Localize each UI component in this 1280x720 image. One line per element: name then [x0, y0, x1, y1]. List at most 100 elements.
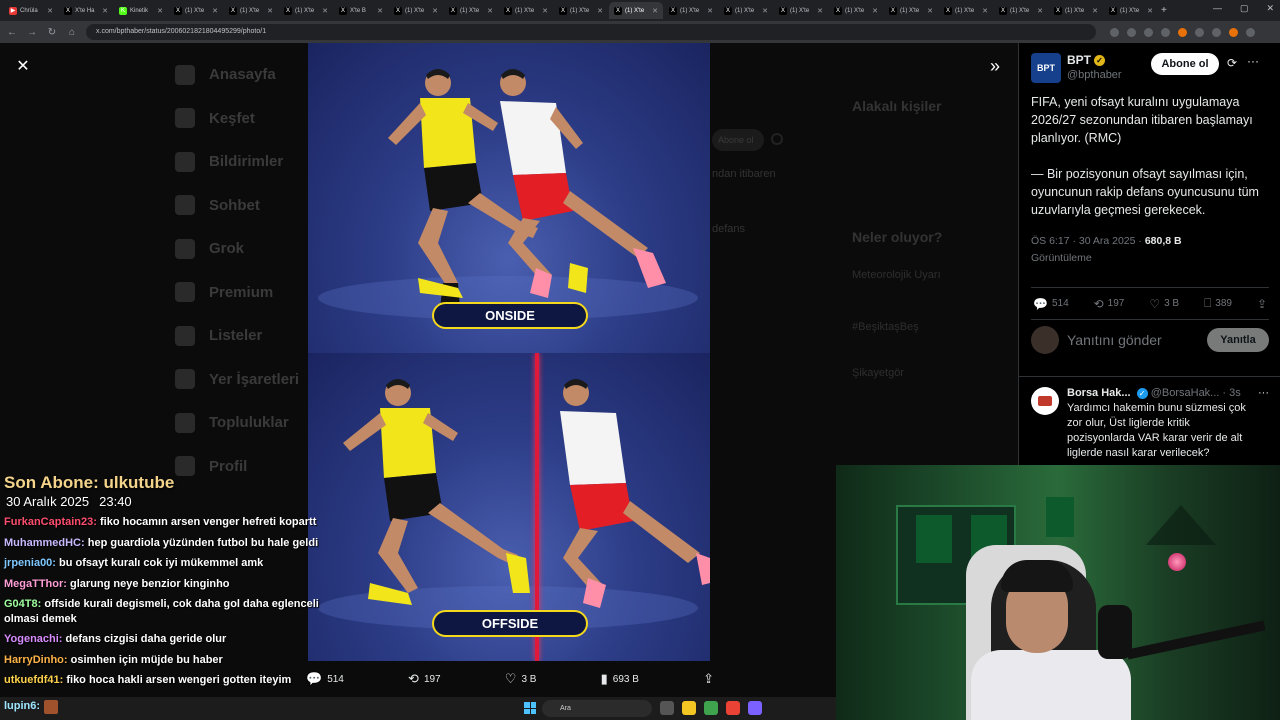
- tab-close-icon[interactable]: ✕: [102, 7, 108, 15]
- windows-start-icon[interactable]: [524, 702, 536, 714]
- close-window-icon[interactable]: ✕: [1266, 3, 1274, 14]
- browser-tab[interactable]: X (1) X'te ✕: [224, 2, 278, 19]
- chat-username: MuhammedHC:: [4, 536, 85, 549]
- profile-avatar[interactable]: [1229, 27, 1238, 37]
- tab-close-icon[interactable]: ✕: [267, 7, 273, 15]
- tab-close-icon[interactable]: ✕: [432, 7, 438, 15]
- browser-tab[interactable]: X (1) X'te ✕: [939, 2, 993, 19]
- grok-icon[interactable]: ⟳: [1227, 56, 1237, 70]
- split-view-icon[interactable]: [1212, 27, 1221, 37]
- discord-icon[interactable]: [748, 701, 762, 715]
- chrome-icon[interactable]: [726, 701, 740, 715]
- tab-close-icon[interactable]: ✕: [47, 7, 53, 15]
- browser-tab[interactable]: X (1) X'te ✕: [719, 2, 773, 19]
- chat-message: Yogenachi: defans cizgisi daha geride ol…: [0, 629, 336, 650]
- browser-tab[interactable]: ▶ Chrüla ✕: [4, 2, 58, 19]
- tab-favicon-icon: X: [559, 6, 567, 15]
- tab-close-icon[interactable]: ✕: [872, 7, 878, 15]
- tab-close-icon[interactable]: ✕: [652, 7, 658, 15]
- browser-tab[interactable]: X (1) X'te ✕: [389, 2, 443, 19]
- author-avatar[interactable]: BPT: [1031, 53, 1061, 83]
- browser-tab[interactable]: X (1) X'te ✕: [1104, 2, 1158, 19]
- browser-tab[interactable]: X (1) X'te ✕: [279, 2, 333, 19]
- browser-tab[interactable]: X (1) X'te ✕: [664, 2, 718, 19]
- browser-tab[interactable]: X X'te Ha ✕: [59, 2, 113, 19]
- tab-close-icon[interactable]: ✕: [542, 7, 548, 15]
- tab-close-icon[interactable]: ✕: [1037, 7, 1043, 15]
- bookmark-star-icon[interactable]: [1161, 27, 1170, 37]
- like-action[interactable]: ♡ 3 B: [505, 671, 537, 687]
- browser-tab[interactable]: X (1) X'te ✕: [499, 2, 553, 19]
- tab-close-icon[interactable]: ✕: [157, 7, 163, 15]
- browser-tab[interactable]: X (1) X'te ✕: [1049, 2, 1103, 19]
- reply-author-avatar[interactable]: [1031, 387, 1059, 415]
- tab-close-icon[interactable]: ✕: [1147, 7, 1153, 15]
- browser-tab[interactable]: X (1) X'te ✕: [554, 2, 608, 19]
- subscribe-button[interactable]: Abone ol: [1151, 53, 1219, 75]
- home-icon[interactable]: ⌂: [66, 27, 78, 38]
- back-icon[interactable]: ←: [6, 27, 18, 38]
- browser-tab[interactable]: X (1) X'te ✕: [774, 2, 828, 19]
- repost-stat[interactable]: ⟲ 197: [1094, 296, 1125, 311]
- tab-close-icon[interactable]: ✕: [982, 7, 988, 15]
- tab-close-icon[interactable]: ✕: [597, 7, 603, 15]
- extension-icon[interactable]: [1178, 27, 1187, 37]
- views-action[interactable]: ▮ 693 B: [601, 671, 639, 687]
- install-icon[interactable]: [1127, 27, 1136, 37]
- background-grok-icon: [771, 133, 783, 145]
- tab-label: (1) X'te: [570, 7, 590, 14]
- bookmark-stat[interactable]: ⎕ 389: [1204, 296, 1232, 311]
- tab-close-icon[interactable]: ✕: [762, 7, 768, 15]
- reply-submit-button[interactable]: Yanıtla: [1207, 328, 1269, 352]
- like-stat[interactable]: ♡ 3 B: [1149, 296, 1179, 311]
- minimize-icon[interactable]: —: [1213, 3, 1222, 14]
- tab-close-icon[interactable]: ✕: [212, 7, 218, 15]
- forward-icon[interactable]: →: [26, 27, 38, 38]
- zoom-icon[interactable]: [1110, 27, 1119, 37]
- tab-close-icon[interactable]: ✕: [817, 7, 823, 15]
- tab-close-icon[interactable]: ✕: [322, 7, 328, 15]
- browser-tab[interactable]: X X'te B ✕: [334, 2, 388, 19]
- file-explorer-icon[interactable]: [682, 701, 696, 715]
- tab-close-icon[interactable]: ✕: [377, 7, 383, 15]
- more-options-icon[interactable]: ···: [1247, 54, 1259, 68]
- tab-close-icon[interactable]: ✕: [1092, 7, 1098, 15]
- tweet-author[interactable]: BPT BPT ✓ @bpthaber: [1031, 53, 1122, 83]
- share-stat[interactable]: ⇪: [1257, 296, 1267, 311]
- reply-input[interactable]: Yanıtını gönder: [1067, 332, 1199, 348]
- browser-tab[interactable]: X (1) X'te ✕: [609, 2, 663, 19]
- url-field[interactable]: x.com/bpthaber/status/200602182180449529…: [86, 24, 1096, 40]
- browser-tab-bar: ▶ Chrüla ✕ X X'te Ha ✕ K Kinetik ✕ X (1) X'te ✕ X (1)…: [0, 0, 1280, 21]
- share-action[interactable]: ⇪: [703, 671, 714, 687]
- browser-tab[interactable]: X (1) X'te ✕: [994, 2, 1048, 19]
- browser-tab[interactable]: X (1) X'te ✕: [169, 2, 223, 19]
- browser-tab[interactable]: X (1) X'te ✕: [829, 2, 883, 19]
- sidebar-item: Profil: [175, 445, 299, 489]
- microphone: [1098, 605, 1132, 659]
- reload-icon[interactable]: ↻: [46, 27, 58, 38]
- browser-menu-icon[interactable]: [1246, 27, 1255, 37]
- app-icon[interactable]: [704, 701, 718, 715]
- close-viewer-icon[interactable]: ✕: [12, 56, 34, 78]
- share-icon[interactable]: [1144, 27, 1153, 37]
- tab-close-icon[interactable]: ✕: [487, 7, 493, 15]
- expand-panel-icon[interactable]: »: [984, 56, 1006, 78]
- new-tab-button[interactable]: +: [1161, 5, 1167, 16]
- tweet-photo[interactable]: ONSIDE OFFSIDE: [308, 43, 710, 661]
- tab-close-icon[interactable]: ✕: [927, 7, 933, 15]
- tab-close-icon[interactable]: ✕: [707, 7, 713, 15]
- maximize-icon[interactable]: ▢: [1240, 3, 1249, 14]
- reply-more-icon[interactable]: ···: [1258, 387, 1269, 399]
- taskbar-search[interactable]: Ara: [542, 700, 652, 717]
- extensions-puzzle-icon[interactable]: [1195, 27, 1204, 37]
- browser-tab[interactable]: X (1) X'te ✕: [884, 2, 938, 19]
- repost-action[interactable]: ⟲ 197: [408, 671, 441, 687]
- tweet-time[interactable]: ÖS 6:17 · 30 Ara 2025 ·: [1031, 235, 1145, 247]
- tweet-text: FIFA, yeni ofsayt kuralını uygulamaya 20…: [1031, 95, 1259, 217]
- browser-tab[interactable]: X (1) X'te ✕: [444, 2, 498, 19]
- tab-label: (1) X'te: [735, 7, 755, 14]
- reply-stat[interactable]: 💬 514: [1033, 296, 1069, 311]
- reply-tweet[interactable]: Borsa Hak... ✓ @BorsaHak... · 3s ··· Yar…: [1019, 376, 1280, 471]
- browser-tab[interactable]: K Kinetik ✕: [114, 2, 168, 19]
- task-view-icon[interactable]: [660, 701, 674, 715]
